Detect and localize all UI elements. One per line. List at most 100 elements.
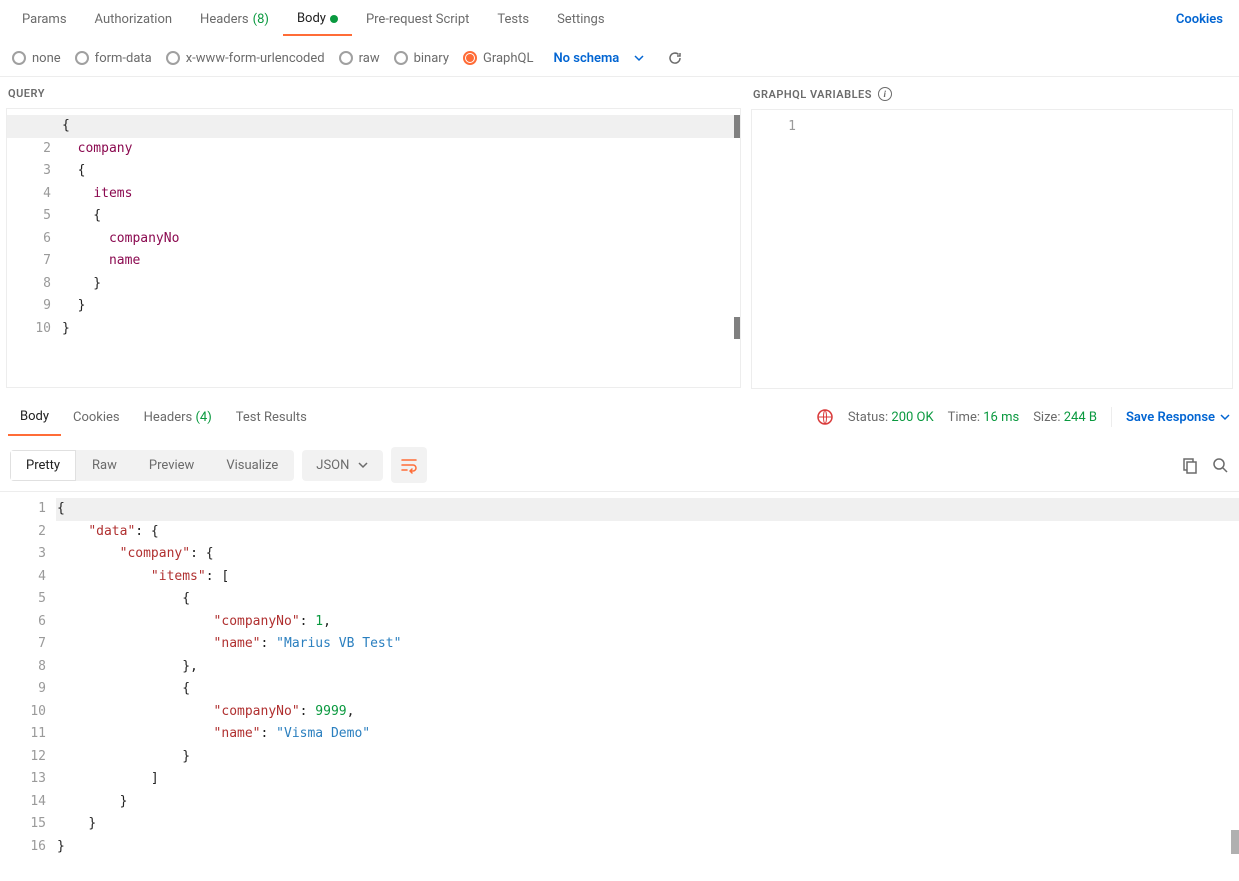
code-line: company xyxy=(61,138,740,161)
tab-prerequest[interactable]: Pre-request Script xyxy=(352,4,483,35)
globe-icon[interactable] xyxy=(816,408,834,426)
resp-tab-body[interactable]: Body xyxy=(8,399,61,436)
view-preview[interactable]: Preview xyxy=(133,450,210,481)
variables-pane: GRAPHQL VARIABLESi 1 xyxy=(751,77,1233,389)
line-number: 8 xyxy=(13,273,51,296)
code-line: { xyxy=(61,115,740,138)
query-pane: QUERY 1 2 3 4 5 6 7 8 9 10 { company { i xyxy=(6,77,741,389)
response-meta: Status: 200 OK Time: 16 ms Size: 244 B S… xyxy=(816,407,1231,427)
line-number: 5 xyxy=(6,588,46,611)
line-number: 6 xyxy=(13,228,51,251)
code-line: } xyxy=(56,791,1239,814)
code-line: "companyNo": 1, xyxy=(56,611,1239,634)
search-icon[interactable] xyxy=(1211,456,1229,474)
cursor-indicator xyxy=(734,317,740,340)
view-pretty[interactable]: Pretty xyxy=(10,450,76,481)
cookies-link[interactable]: Cookies xyxy=(1176,12,1223,27)
editors-row: QUERY 1 2 3 4 5 6 7 8 9 10 { company { i xyxy=(0,76,1239,389)
code-line: { xyxy=(61,160,740,183)
resp-headers-label: Headers xyxy=(144,410,193,425)
response-code[interactable]: { "data": { "company": { "items": [ { "c… xyxy=(56,492,1239,864)
query-header: QUERY xyxy=(6,77,741,100)
bodytype-raw[interactable]: raw xyxy=(339,51,380,66)
response-body-viewer[interactable]: 1 2 3 4 5 6 7 8 9 10 11 12 13 14 15 16 {… xyxy=(0,491,1239,864)
query-editor[interactable]: 1 2 3 4 5 6 7 8 9 10 { company { items {… xyxy=(6,108,741,388)
code-line: "companyNo": 9999, xyxy=(56,701,1239,724)
code-line: "data": { xyxy=(56,521,1239,544)
save-response-button[interactable]: Save Response xyxy=(1126,410,1231,425)
content-type-dropdown[interactable]: JSON xyxy=(302,450,383,481)
tab-params[interactable]: Params xyxy=(8,4,81,35)
code-line: companyNo xyxy=(61,228,740,251)
tab-tests[interactable]: Tests xyxy=(483,4,543,35)
line-number: 15 xyxy=(6,813,46,836)
bodytype-binary-label: binary xyxy=(414,51,449,66)
tab-headers-label: Headers xyxy=(200,12,249,27)
bodytype-none-label: none xyxy=(32,51,61,66)
line-number: 7 xyxy=(13,250,51,273)
line-number: 4 xyxy=(13,183,51,206)
info-icon[interactable]: i xyxy=(878,87,892,101)
code-line: } xyxy=(61,295,740,318)
response-gutter: 1 2 3 4 5 6 7 8 9 10 11 12 13 14 15 16 xyxy=(0,492,56,864)
tab-authorization[interactable]: Authorization xyxy=(81,4,187,35)
view-raw[interactable]: Raw xyxy=(76,450,133,481)
bodytype-graphql[interactable]: GraphQL xyxy=(463,51,533,66)
line-number: 6 xyxy=(6,611,46,634)
line-number: 10 xyxy=(6,701,46,724)
wrap-icon xyxy=(400,456,418,474)
view-mode-segment: Pretty Raw Preview Visualize xyxy=(10,450,294,481)
bodytype-formdata[interactable]: form-data xyxy=(75,51,152,66)
radio-icon xyxy=(12,51,26,65)
radio-icon xyxy=(166,51,180,65)
unsaved-dot-icon xyxy=(330,15,338,23)
resp-tab-cookies[interactable]: Cookies xyxy=(61,400,132,435)
bodytype-urlencoded[interactable]: x-www-form-urlencoded xyxy=(166,51,325,66)
line-number: 7 xyxy=(6,633,46,656)
variables-code[interactable] xyxy=(806,110,1232,388)
schema-dropdown[interactable]: No schema xyxy=(553,51,619,66)
response-toolbar: Pretty Raw Preview Visualize JSON xyxy=(0,439,1239,491)
variables-editor[interactable]: 1 xyxy=(751,109,1233,389)
resp-tab-results[interactable]: Test Results xyxy=(224,400,319,435)
radio-icon xyxy=(394,51,408,65)
resp-tab-headers[interactable]: Headers (4) xyxy=(132,400,224,435)
variables-header: GRAPHQL VARIABLESi xyxy=(751,77,1233,101)
chevron-down-icon[interactable] xyxy=(633,52,645,64)
code-line: } xyxy=(61,318,740,341)
time-meta: Time: 16 ms xyxy=(948,410,1020,425)
line-number: 10 xyxy=(13,318,51,341)
line-number: 8 xyxy=(6,656,46,679)
tab-body[interactable]: Body xyxy=(283,3,352,36)
line-number: 1 xyxy=(6,498,46,521)
copy-icon[interactable] xyxy=(1181,456,1199,474)
scrollbar-thumb[interactable] xyxy=(1231,830,1239,854)
line-number: 11 xyxy=(6,723,46,746)
bodytype-binary[interactable]: binary xyxy=(394,51,449,66)
line-number: 12 xyxy=(6,746,46,769)
bodytype-raw-label: raw xyxy=(359,51,380,66)
tab-settings[interactable]: Settings xyxy=(543,4,618,35)
headers-count-badge: (8) xyxy=(253,12,269,27)
code-line: "items": [ xyxy=(56,566,1239,589)
divider xyxy=(1111,407,1112,427)
code-line: } xyxy=(56,813,1239,836)
query-code[interactable]: { company { items { companyNo name } } } xyxy=(61,109,740,387)
refresh-icon[interactable] xyxy=(667,50,683,66)
bodytype-none[interactable]: none xyxy=(12,51,61,66)
radio-icon xyxy=(75,51,89,65)
line-number: 5 xyxy=(13,205,51,228)
code-line: { xyxy=(61,205,740,228)
wrap-lines-button[interactable] xyxy=(391,447,427,483)
code-line: ] xyxy=(56,768,1239,791)
response-tabs: Body Cookies Headers (4) Test Results St… xyxy=(0,395,1239,439)
line-number: 4 xyxy=(6,566,46,589)
line-number: 1 xyxy=(758,116,796,139)
view-visualize[interactable]: Visualize xyxy=(210,450,294,481)
line-number: 16 xyxy=(6,836,46,859)
tab-headers[interactable]: Headers (8) xyxy=(186,4,283,35)
radio-icon xyxy=(463,51,477,65)
code-line: } xyxy=(56,836,1239,859)
line-number: 13 xyxy=(6,768,46,791)
request-tabs: Params Authorization Headers (8) Body Pr… xyxy=(0,0,1239,40)
